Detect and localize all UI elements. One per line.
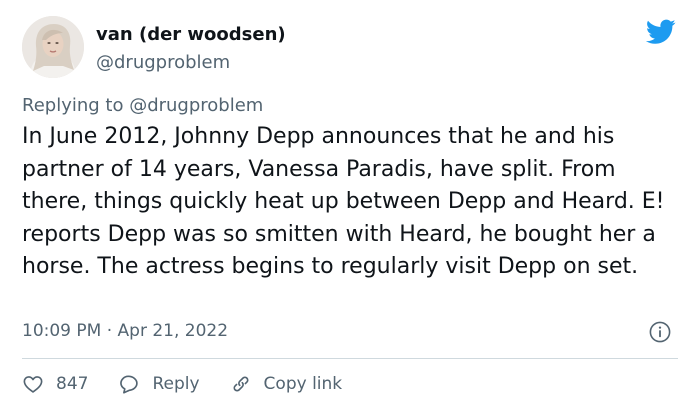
display-name[interactable]: van (der woodsen) (96, 24, 286, 46)
divider (22, 358, 678, 359)
speech-bubble-icon (120, 375, 139, 394)
avatar-image (22, 16, 84, 78)
info-icon[interactable] (649, 321, 671, 343)
tweet-text: In June 2012, Johnny Depp announces that… (22, 124, 665, 279)
heart-icon (23, 376, 43, 393)
user-handle[interactable]: @drugproblem (96, 52, 230, 74)
like-button[interactable]: 847 (22, 373, 88, 395)
avatar[interactable] (22, 16, 84, 78)
like-count: 847 (56, 374, 89, 394)
twitter-bird-icon[interactable] (646, 19, 676, 45)
reply-button[interactable]: Reply (118, 373, 200, 395)
reply-context[interactable]: Replying to @drugproblem (22, 94, 263, 118)
copy-link-label: Copy link (263, 374, 343, 394)
copy-link-button[interactable]: Copy link (230, 373, 343, 395)
link-icon (233, 376, 249, 392)
action-bar: 847 Reply Copy link (22, 372, 372, 396)
reply-label: Reply (152, 374, 200, 394)
tweet-card: van (der woodsen) @drugproblem Replying … (0, 0, 700, 408)
tweet-timestamp[interactable]: 10:09 PM · Apr 21, 2022 (22, 320, 228, 342)
